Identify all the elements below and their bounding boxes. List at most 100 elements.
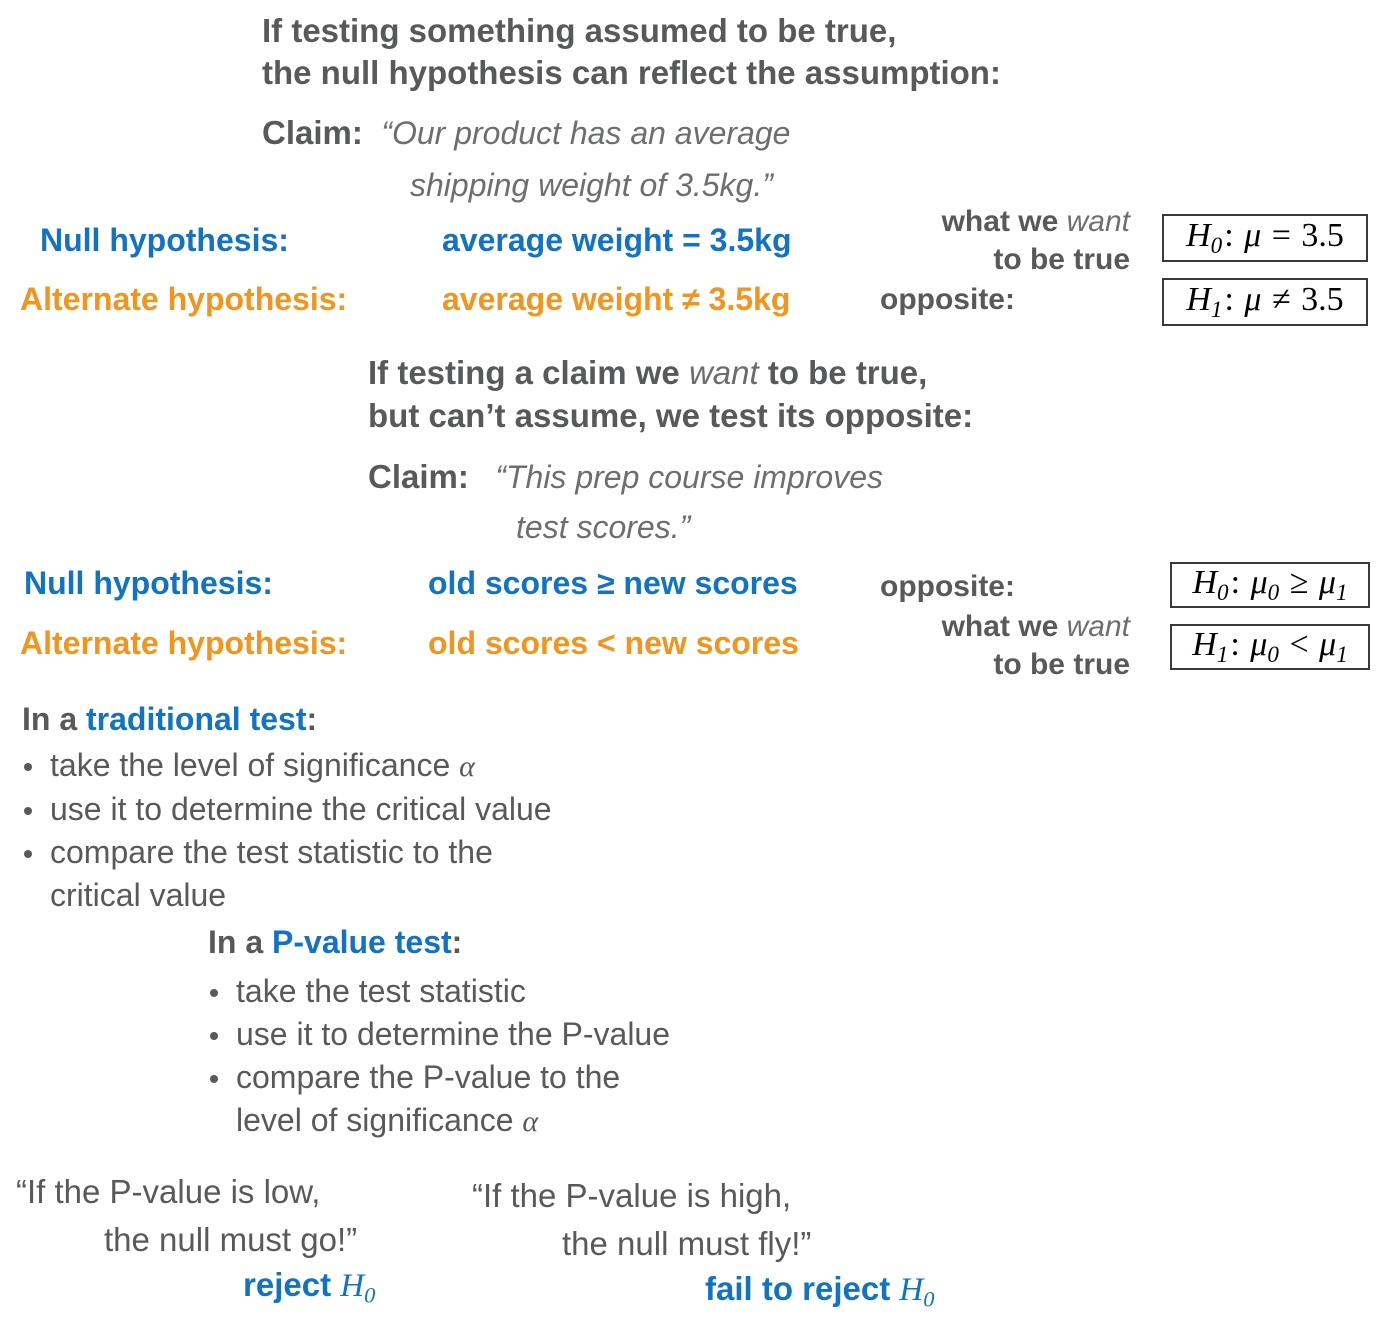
section1-note-want-a: what we bbox=[941, 205, 1067, 238]
section2-note-opposite: opposite: bbox=[880, 568, 1015, 606]
section2-null-label: Null hypothesis: bbox=[24, 565, 273, 602]
section1-note-want: what we want to be true bbox=[872, 203, 1130, 279]
h-var2: μ bbox=[1319, 625, 1337, 663]
section2-note-want-line1: what we want bbox=[872, 608, 1130, 646]
traditional-test-bullets: take the level of significance α use it … bbox=[12, 744, 552, 917]
pvalue-test-head-bold: P-value test bbox=[272, 924, 452, 960]
section1-intro-line2-text: the null hypothesis can reflect the assu… bbox=[262, 54, 1001, 91]
list-item: compare the test statistic to the bbox=[12, 831, 552, 874]
bottom-right-verdict-text: fail to reject bbox=[705, 1270, 900, 1307]
bottom-right-quote-line1: “If the P-value is high, bbox=[472, 1172, 791, 1220]
bottom-right-verdict: fail to reject H0 bbox=[705, 1270, 934, 1313]
section2-claim-line2: test scores.” bbox=[516, 501, 690, 553]
h-op: = bbox=[1271, 216, 1291, 254]
section2-alt-label-text: Alternate hypothesis: bbox=[20, 625, 348, 661]
h-symbol: H bbox=[1192, 563, 1218, 601]
bullet-text-continuation: level of significance bbox=[236, 1102, 523, 1138]
section2-claim-line2-text: test scores.” bbox=[516, 509, 691, 545]
h-subscript: 1 bbox=[1216, 641, 1229, 668]
section1-alt-value: average weight ≠ 3.5kg bbox=[442, 281, 790, 318]
list-item: take the test statistic bbox=[198, 970, 670, 1013]
pvalue-test-head-pre: In a bbox=[208, 924, 273, 960]
h-symbol: H bbox=[1186, 280, 1211, 318]
bottom-left-verdict-text: reject bbox=[243, 1266, 341, 1303]
section2-alt-value: old scores < new scores bbox=[428, 625, 799, 662]
section1-claim-line2-text: shipping weight of 3.5kg.” bbox=[410, 167, 773, 203]
h-op: ≠ bbox=[1271, 280, 1291, 318]
section1-claim-line1: “Our product has an average bbox=[381, 115, 791, 151]
section1-null-label-text: Null hypothesis: bbox=[40, 222, 289, 258]
bottom-left-quote-line2-text: the null must go!” bbox=[104, 1221, 358, 1258]
section1-note-want-line1: what we want bbox=[872, 203, 1130, 241]
bullet-text: use it to determine the P-value bbox=[236, 1016, 671, 1052]
section2-box-h1-formula: H1: μ0 < μ1 bbox=[1192, 626, 1348, 669]
traditional-test-head-bold: traditional test bbox=[86, 701, 307, 737]
traditional-test-head-post: : bbox=[306, 701, 318, 737]
section1-alt-value-text: average weight ≠ 3.5kg bbox=[442, 281, 791, 317]
section1-intro-line2: the null hypothesis can reflect the assu… bbox=[262, 47, 1001, 99]
bottom-left-verdict-sub: 0 bbox=[364, 1282, 376, 1308]
h-sep: : bbox=[1230, 625, 1240, 663]
section2-box-h0: H0: μ0 ≥ μ1 bbox=[1170, 562, 1370, 608]
section2-note-want: what we want to be true bbox=[872, 608, 1130, 684]
h-subscript: 0 bbox=[1217, 579, 1229, 606]
list-item: take the level of significance α bbox=[12, 744, 552, 788]
bottom-left-quote-line1-text: “If the P-value is low, bbox=[16, 1173, 321, 1210]
section1-alt-label: Alternate hypothesis: bbox=[20, 281, 347, 318]
section2-note-want-line2: to be true bbox=[993, 648, 1130, 681]
h-sep: : bbox=[1230, 563, 1241, 601]
section2-claim-label: Claim: bbox=[368, 458, 469, 495]
pvalue-test-heading: In a P-value test: bbox=[208, 924, 462, 961]
section2-alt-label: Alternate hypothesis: bbox=[20, 625, 347, 662]
section2-intro-line2: but can’t assume, we test its opposite: bbox=[368, 390, 973, 442]
bottom-right-quote-line2: the null must fly!” bbox=[562, 1220, 811, 1268]
bottom-left-verdict: reject H0 bbox=[243, 1266, 375, 1309]
section1-claim-row: Claim: “Our product has an average bbox=[262, 107, 790, 159]
bottom-right-quote-line2-text: the null must fly!” bbox=[562, 1225, 812, 1262]
section1-null-value-text: average weight = 3.5kg bbox=[442, 222, 792, 258]
section1-null-value: average weight = 3.5kg bbox=[442, 222, 792, 259]
list-item: use it to determine the P-value bbox=[198, 1013, 670, 1056]
bullet-text: compare the P-value to the bbox=[236, 1059, 621, 1095]
section2-intro-line1-a: If testing a claim we bbox=[368, 354, 689, 391]
h-var: μ bbox=[1250, 625, 1268, 663]
bottom-right-quote-line1-text: “If the P-value is high, bbox=[472, 1177, 792, 1214]
h-subscript: 1 bbox=[1210, 296, 1223, 323]
section1-note-want-b: want bbox=[1066, 205, 1130, 238]
h-var2-sub: 1 bbox=[1336, 641, 1348, 668]
traditional-test-head-pre: In a bbox=[22, 701, 87, 737]
bullet-text-continuation: critical value bbox=[50, 877, 227, 913]
h-var2-sub: 1 bbox=[1335, 579, 1348, 606]
pvalue-test-bullets: take the test statistic use it to determ… bbox=[198, 970, 670, 1143]
h-symbol: H bbox=[1192, 625, 1217, 663]
list-item: use it to determine the critical value bbox=[12, 788, 552, 831]
h-var2: μ bbox=[1318, 563, 1336, 601]
bullet-text: take the level of significance bbox=[50, 747, 460, 783]
pvalue-test-head-post: : bbox=[451, 924, 463, 960]
h-symbol: H bbox=[1186, 216, 1211, 254]
h-var: μ bbox=[1244, 216, 1262, 254]
h-op: ≥ bbox=[1289, 563, 1309, 601]
list-item-continuation: level of significance α bbox=[198, 1099, 670, 1143]
section1-claim-label: Claim: bbox=[262, 114, 363, 151]
list-item-continuation: critical value bbox=[12, 874, 552, 917]
section1-box-h0: H0: μ = 3.5 bbox=[1162, 214, 1368, 262]
h-var-sub: 0 bbox=[1267, 641, 1279, 668]
section1-alt-label-text: Alternate hypothesis: bbox=[20, 281, 348, 317]
h-sep: : bbox=[1224, 280, 1234, 318]
section1-null-label: Null hypothesis: bbox=[40, 222, 289, 259]
h-value: 3.5 bbox=[1301, 280, 1344, 318]
section2-note-want-a: what we bbox=[941, 610, 1067, 643]
h-sep: : bbox=[1224, 216, 1234, 254]
h-var-sub: 0 bbox=[1267, 579, 1280, 606]
h-op: < bbox=[1289, 625, 1309, 663]
bottom-right-verdict-sub: 0 bbox=[923, 1286, 935, 1312]
h-var: μ bbox=[1250, 563, 1268, 601]
bottom-left-quote-line2: the null must go!” bbox=[104, 1216, 357, 1264]
alpha-symbol: α bbox=[459, 750, 475, 783]
traditional-test-heading: In a traditional test: bbox=[22, 701, 317, 738]
section1-box-h1: H1: μ ≠ 3.5 bbox=[1162, 278, 1368, 326]
section1-intro-line1-text: If testing something assumed to be true, bbox=[262, 12, 897, 49]
section1-box-h0-formula: H0: μ = 3.5 bbox=[1186, 217, 1344, 260]
section2-intro-line1-b: want bbox=[688, 354, 759, 391]
